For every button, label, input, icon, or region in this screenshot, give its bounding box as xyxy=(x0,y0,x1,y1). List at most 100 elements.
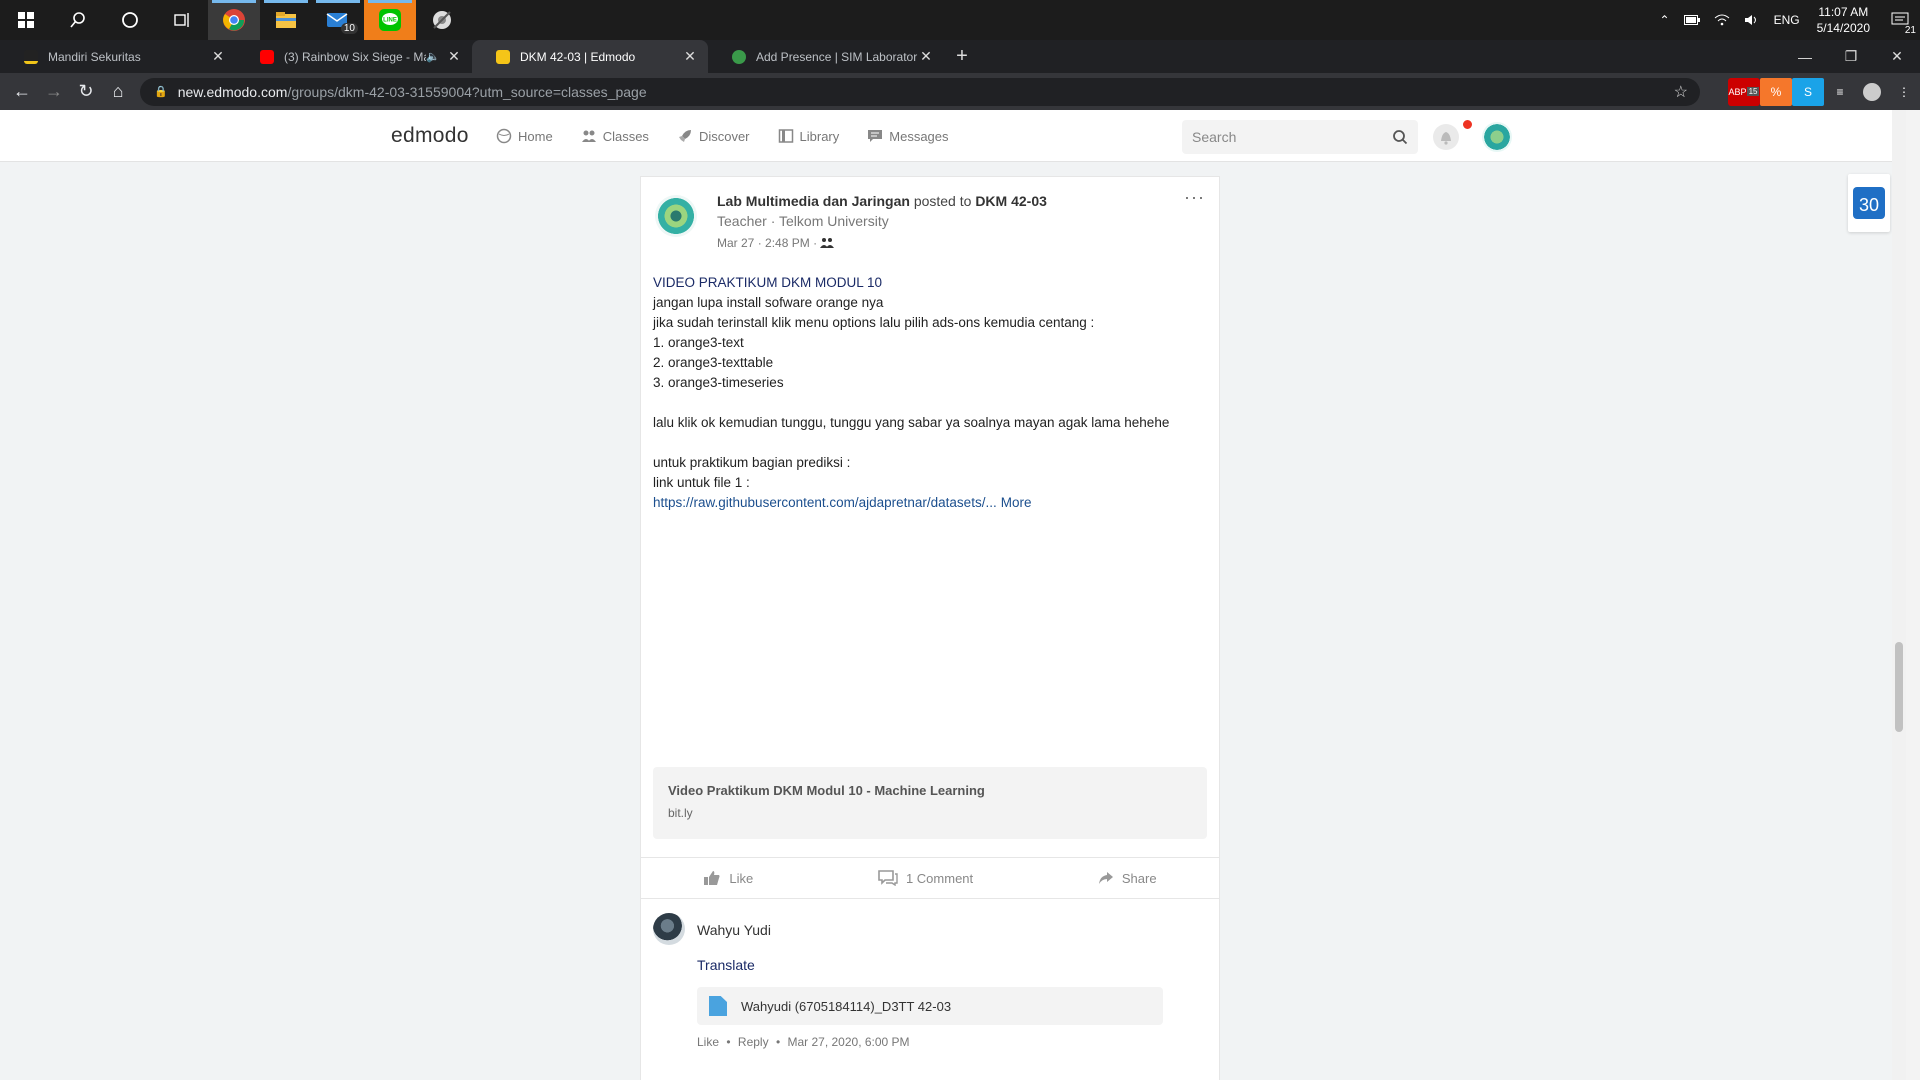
commenter-avatar[interactable] xyxy=(653,913,685,945)
edmodo-favicon xyxy=(496,49,510,64)
back-button[interactable]: ← xyxy=(6,76,38,108)
nav-messages-label: Messages xyxy=(889,128,949,144)
search-icon[interactable] xyxy=(1392,129,1408,145)
lock-icon[interactable]: 🔒 xyxy=(154,85,168,98)
translate-link[interactable]: Translate xyxy=(697,957,755,973)
tab-title: Add Presence | SIM Laboratorium xyxy=(756,49,918,64)
browser-toolbar: ← → ↻ ⌂ 🔒 new.edmodo.com/groups/dkm-42-0… xyxy=(0,73,1920,110)
task-view-button[interactable] xyxy=(156,0,208,40)
scrollbar-thumb[interactable] xyxy=(1895,642,1903,732)
profile-avatar-icon[interactable] xyxy=(1856,78,1888,106)
minimize-icon[interactable]: — xyxy=(1782,40,1828,73)
comment-meta: Like • Reply • Mar 27, 2020, 6:00 PM xyxy=(697,1035,910,1049)
taskbar-other-app[interactable] xyxy=(416,0,468,40)
restore-icon[interactable]: ❐ xyxy=(1828,40,1874,73)
search-button[interactable] xyxy=(52,0,104,40)
tab-title: Mandiri Sekuritas xyxy=(48,49,141,64)
tab-mandiri[interactable]: Mandiri Sekuritas ✕ xyxy=(0,40,236,73)
close-icon[interactable]: ✕ xyxy=(918,48,934,65)
post-line: 1. orange3-text xyxy=(653,335,744,350)
abp-extension-icon[interactable]: ABP 15 xyxy=(1728,77,1760,106)
nav-discover[interactable]: Discover xyxy=(677,128,750,144)
comment-button[interactable]: 1 Comment xyxy=(878,870,973,886)
browser-tab-strip: Mandiri Sekuritas ✕ (3) Rainbow Six Sieg… xyxy=(0,40,1920,73)
nav-classes[interactable]: Classes xyxy=(581,128,649,144)
clock[interactable]: 11:07 AM 5/14/2020 xyxy=(1807,4,1880,36)
s-extension-icon[interactable]: S xyxy=(1792,77,1824,106)
action-center-button[interactable]: 21 xyxy=(1880,12,1920,36)
percent-extension-icon[interactable]: % xyxy=(1760,77,1792,106)
speaker-icon[interactable]: 🔈 xyxy=(426,50,440,63)
tab-edmodo[interactable]: DKM 42-03 | Edmodo ✕ xyxy=(472,40,708,73)
share-label: Share xyxy=(1121,870,1157,886)
calendar-widget[interactable]: 30 xyxy=(1848,174,1890,232)
media-control-icon[interactable]: ≡ xyxy=(1824,78,1856,106)
like-button[interactable]: Like xyxy=(703,870,753,886)
cortana-icon xyxy=(122,12,138,28)
edmodo-logo[interactable]: edmodo xyxy=(391,124,469,148)
extensions-area: ABP 15 % S ≡ ⋮ xyxy=(1728,73,1920,110)
search-input[interactable] xyxy=(1192,129,1392,145)
forward-button[interactable]: → xyxy=(38,76,70,108)
comment-reply-link[interactable]: Reply xyxy=(738,1035,769,1049)
nav-messages[interactable]: Messages xyxy=(867,128,949,144)
close-icon[interactable]: ✕ xyxy=(446,48,462,65)
start-button[interactable] xyxy=(0,0,52,40)
svg-text:LINE: LINE xyxy=(383,18,397,24)
like-label: Like xyxy=(729,870,754,886)
more-link[interactable]: More xyxy=(1001,495,1032,510)
post-line: untuk praktikum bagian prediksi : xyxy=(653,455,851,470)
comment-label: 1 Comment xyxy=(905,870,974,886)
post-actions: Like 1 Comment Share xyxy=(641,857,1219,899)
calendar-day: 30 xyxy=(1858,195,1880,215)
chevron-up-icon[interactable]: ⌃ xyxy=(1653,13,1677,27)
share-button[interactable]: Share xyxy=(1098,871,1157,886)
rocket-icon xyxy=(678,130,691,142)
attached-file[interactable]: Wahyudi (6705184114)_D3TT 42-03 xyxy=(697,987,1163,1025)
link-preview[interactable]: Video Praktikum DKM Modul 10 - Machine L… xyxy=(653,767,1207,839)
tab-title: (3) Rainbow Six Siege - Mahasiswa xyxy=(284,49,426,64)
new-tab-button[interactable]: + xyxy=(944,40,980,73)
profile-avatar[interactable] xyxy=(1482,122,1512,152)
author-avatar[interactable] xyxy=(655,195,697,237)
close-icon[interactable]: ✕ xyxy=(682,48,698,65)
post-link[interactable]: https://raw.githubusercontent.com/ajdapr… xyxy=(653,495,997,510)
author-name[interactable]: Lab Multimedia dan Jaringan xyxy=(717,193,910,209)
taskbar-mail[interactable]: 10 xyxy=(312,0,364,40)
classes-icon xyxy=(581,130,596,142)
home-button[interactable]: ⌂ xyxy=(102,76,134,108)
tab-sim-lab[interactable]: Add Presence | SIM Laboratorium ✕ xyxy=(708,40,944,73)
post-line: 3. orange3-timeseries xyxy=(653,375,784,390)
page-scrollbar[interactable] xyxy=(1892,110,1906,1080)
post-line xyxy=(653,433,1209,453)
notifications-button[interactable] xyxy=(1433,118,1474,150)
taskbar-file-explorer[interactable] xyxy=(260,0,312,40)
language-indicator[interactable]: ENG xyxy=(1767,13,1807,27)
nav-home[interactable]: Home xyxy=(496,128,553,144)
commenter-name[interactable]: Wahyu Yudi xyxy=(697,922,771,938)
tab-youtube[interactable]: (3) Rainbow Six Siege - Mahasiswa 🔈 ✕ xyxy=(236,40,472,73)
satellite-icon xyxy=(433,11,451,29)
nav-classes-label: Classes xyxy=(602,128,649,144)
nav-library[interactable]: Library xyxy=(778,128,839,144)
search-box xyxy=(1182,120,1418,154)
kebab-menu-icon[interactable]: ⋮ xyxy=(1888,78,1920,106)
post-options-button[interactable]: ··· xyxy=(1184,187,1205,208)
close-icon[interactable]: ✕ xyxy=(210,48,226,65)
group-name[interactable]: DKM 42-03 xyxy=(975,193,1047,209)
wifi-icon[interactable] xyxy=(1707,14,1737,26)
address-bar[interactable]: 🔒 new.edmodo.com/groups/dkm-42-03-315590… xyxy=(140,77,1700,106)
file-icon xyxy=(709,996,727,1016)
globe-icon xyxy=(496,128,512,144)
taskbar-line[interactable]: LINE xyxy=(364,0,416,40)
comment-like-link[interactable]: Like xyxy=(697,1035,719,1049)
cortana-button[interactable] xyxy=(104,0,156,40)
battery-icon[interactable] xyxy=(1677,15,1707,25)
taskbar-chrome[interactable] xyxy=(208,0,260,40)
close-window-icon[interactable]: ✕ xyxy=(1874,40,1920,73)
reload-button[interactable]: ↻ xyxy=(70,76,102,108)
windows-icon xyxy=(18,12,34,28)
bookmark-star-icon[interactable]: ☆ xyxy=(1674,82,1688,102)
volume-icon[interactable] xyxy=(1737,14,1767,26)
author-school: Telkom University xyxy=(779,213,889,229)
